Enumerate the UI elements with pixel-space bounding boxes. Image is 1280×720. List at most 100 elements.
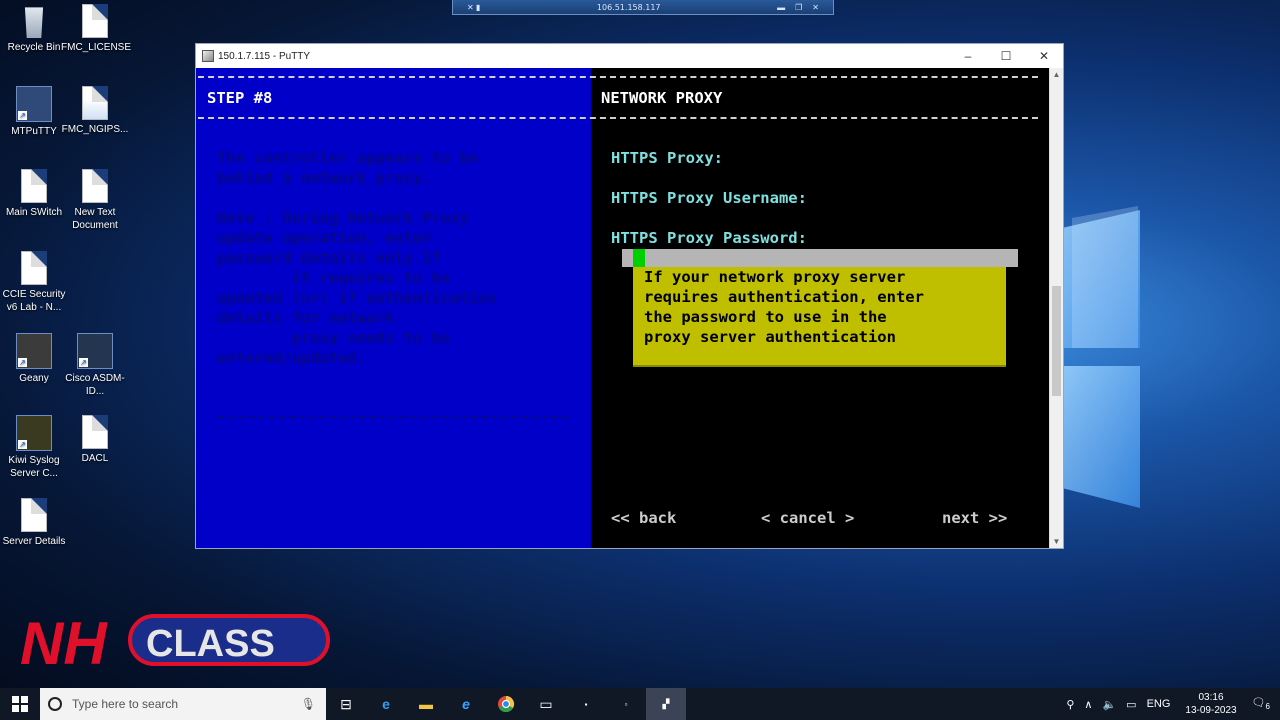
scroll-thumb[interactable] (1052, 286, 1061, 396)
chevron-up-icon[interactable]: ∧ (1084, 698, 1092, 711)
note-line: password details only if (217, 249, 441, 267)
start-button[interactable] (0, 688, 40, 720)
desktop-icon-server-details[interactable]: Server Details (0, 498, 68, 548)
note-line: it requires to be (217, 269, 451, 287)
divider (218, 416, 568, 418)
desktop-icon-ccie-security[interactable]: CCIE Security v6 Lab - N... (0, 251, 68, 314)
cortana-icon (48, 697, 62, 711)
time: 03:16 (1198, 692, 1224, 703)
asdm-icon: ↗ (77, 333, 113, 369)
maximize-button[interactable]: ☐ (987, 49, 1025, 63)
pin-icon[interactable]: ✕ ▮ (467, 3, 480, 12)
desktop-icon-mtputty[interactable]: ↗ MTPuTTY (0, 86, 68, 138)
note-line: proxy needs to be (217, 329, 451, 347)
logo-class: CLASS (146, 623, 275, 665)
divider (198, 117, 1038, 119)
taskbar-search[interactable]: Type here to search 🎙 (40, 688, 326, 720)
taskbar: Type here to search 🎙 ⊟ e ▬ e ▭ ▪ ▫ ▞ ⚲ … (0, 688, 1280, 720)
text-cursor (633, 249, 645, 267)
desktop-icon-dacl[interactable]: DACL (61, 415, 129, 465)
document-icon (21, 169, 47, 203)
document-icon (82, 169, 108, 203)
scroll-down-icon[interactable]: ▼ (1050, 537, 1063, 546)
https-proxy-label: HTTPS Proxy: (611, 149, 723, 167)
geany-icon: ↗ (16, 333, 52, 369)
password-input[interactable] (622, 249, 1018, 267)
scroll-up-icon[interactable]: ▲ (1050, 70, 1063, 79)
tooltip-line: requires authentication, enter (644, 288, 924, 306)
clock[interactable]: 03:16 13-09-2023 (1185, 691, 1236, 717)
note-line: Note : During Network Proxy (217, 209, 469, 227)
next-button[interactable]: next >> (942, 509, 1007, 527)
desktop-icon-cisco-asdm[interactable]: ↗ Cisco ASDM-ID... (61, 333, 129, 398)
windows-logo-wallpaper (1062, 206, 1140, 508)
recycle-bin-icon (24, 7, 44, 38)
document-icon (21, 498, 47, 532)
tooltip-line: If your network proxy server (644, 268, 906, 286)
scrollbar[interactable]: ▲ ▼ (1049, 68, 1063, 548)
restore-icon[interactable]: ❐ (795, 3, 802, 12)
desc-line: behind a network proxy. (217, 169, 432, 187)
desktop-icon-new-text-document[interactable]: New Text Document (61, 169, 129, 232)
note-line: updated (or) if authentication (217, 289, 497, 307)
note-line: details for network (217, 309, 395, 327)
search-placeholder: Type here to search (72, 697, 179, 711)
divider (198, 76, 1038, 78)
desktop-icon-kiwi-syslog[interactable]: ↗ Kiwi Syslog Server C... (0, 415, 68, 480)
putty-taskbar-icon[interactable]: ▞ (646, 688, 686, 720)
text-document-icon (82, 86, 108, 120)
remote-desktop-bar[interactable]: ✕ ▮ 106.51.158.117 ▬ ❐ ✕ (452, 0, 834, 15)
https-proxy-username-label: HTTPS Proxy Username: (611, 189, 807, 207)
tooltip-line: proxy server authentication (644, 328, 896, 346)
note-line: update operation, enter (217, 229, 432, 247)
date: 13-09-2023 (1185, 705, 1237, 716)
edge-icon[interactable]: e (366, 688, 406, 720)
close-button[interactable]: ✕ (1025, 49, 1063, 63)
section-heading: NETWORK PROXY (601, 89, 723, 107)
microphone-icon[interactable]: 🎙 (301, 697, 316, 711)
minimize-icon[interactable]: ▬ (777, 3, 785, 12)
taskbar-app-icon[interactable]: ▪ (566, 688, 606, 720)
step-label: STEP #8 (207, 89, 273, 107)
logo-nh: NH (20, 610, 108, 672)
taskbar-app-icon[interactable]: ▫ (606, 688, 646, 720)
desktop-icon-fmc-license[interactable]: FMC_LICENSE (61, 4, 131, 54)
document-icon (82, 4, 108, 38)
back-button[interactable]: << back (611, 509, 676, 527)
document-icon (21, 251, 47, 285)
desktop-icon-fmc-ngips[interactable]: FMC_NGIPS... (61, 86, 129, 136)
task-view-icon[interactable]: ⊟ (326, 688, 366, 720)
language-indicator[interactable]: ENG (1147, 698, 1171, 710)
people-icon[interactable]: ⚲ (1066, 698, 1074, 711)
terminal-app-icon[interactable]: ▭ (526, 688, 566, 720)
terminal-screen[interactable]: STEP #8 NETWORK PROXY The controller app… (196, 68, 1049, 548)
close-icon[interactable]: ✕ (812, 3, 819, 12)
tooltip-line: the password to use in the (644, 308, 887, 326)
cancel-button[interactable]: < cancel > (761, 509, 854, 527)
notification-icon[interactable]: 🗨6 (1252, 696, 1270, 711)
window-title: 150.1.7.115 - PuTTY (218, 50, 311, 62)
step-pane (196, 68, 591, 548)
putty-titlebar[interactable]: 150.1.7.115 - PuTTY – ☐ ✕ (196, 44, 1063, 68)
putty-icon (202, 50, 214, 62)
desktop-icon-main-switch[interactable]: Main SWitch (0, 169, 68, 219)
nh-class-logo: NH CLASS (20, 610, 330, 672)
kiwi-icon: ↗ (16, 415, 52, 451)
desktop-icon-geany[interactable]: ↗ Geany (0, 333, 68, 385)
document-icon (82, 415, 108, 449)
system-tray: ⚲ ∧ 🔈 ▭ ENG 03:16 13-09-2023 🗨6 (1061, 688, 1280, 720)
windows-start-icon (12, 696, 28, 712)
help-tooltip: If your network proxy server requires au… (633, 267, 1006, 367)
mtputty-icon: ↗ (16, 86, 52, 122)
note-line: entered/updated. (217, 349, 367, 367)
minimize-button[interactable]: – (949, 49, 987, 63)
chrome-icon[interactable] (486, 688, 526, 720)
https-proxy-password-label: HTTPS Proxy Password: (611, 229, 807, 247)
remote-ip: 106.51.158.117 (596, 2, 661, 12)
internet-explorer-icon[interactable]: e (446, 688, 486, 720)
speaker-icon[interactable]: 🔈 (1102, 698, 1116, 711)
putty-window[interactable]: 150.1.7.115 - PuTTY – ☐ ✕ STEP #8 NETWOR… (195, 43, 1064, 549)
file-explorer-icon[interactable]: ▬ (406, 688, 446, 720)
desktop-icon-recycle-bin[interactable]: Recycle Bin (0, 4, 68, 54)
network-icon[interactable]: ▭ (1126, 698, 1136, 711)
